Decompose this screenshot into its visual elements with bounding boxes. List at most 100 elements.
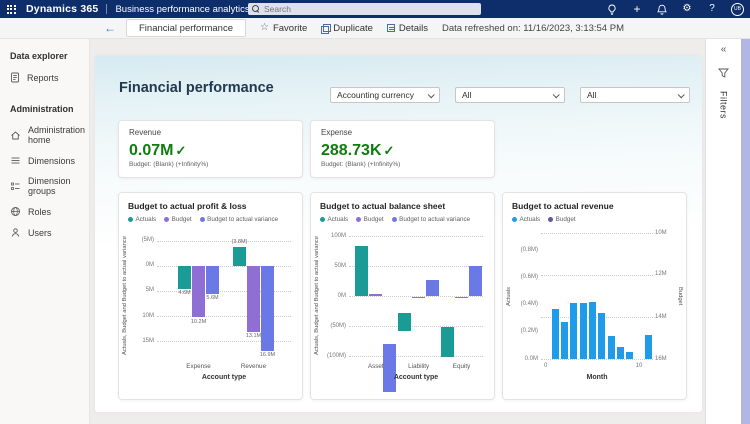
chart-card-revenue: Budget to actual revenue ActualsBudget (… (502, 192, 687, 400)
command-toolbar: ← Financial performance ☆ Favorite Dupli… (0, 18, 750, 39)
bar-actuals[interactable] (441, 327, 454, 358)
details-button[interactable]: Details (387, 23, 428, 34)
bar-actuals[interactable] (355, 246, 368, 296)
y-axis-tick: (0.6M) (511, 274, 538, 280)
bar-actuals[interactable] (626, 352, 633, 359)
bar-budget-to-actual-variance[interactable] (206, 266, 219, 294)
legend-dot (392, 217, 397, 222)
notifications-bell-icon[interactable] (656, 3, 668, 15)
legend-item-budget[interactable]: Budget (356, 216, 383, 223)
chart-plot: (5M)0M5M10M15M4.6M10.2M5.6MExpense(3.8M)… (157, 233, 291, 359)
dropdown-filter-3[interactable]: All (580, 87, 690, 103)
bar-budget-to-actual-variance[interactable] (426, 280, 439, 296)
bar-actuals[interactable] (589, 302, 596, 359)
bar-actuals[interactable] (598, 313, 605, 359)
bar-actuals[interactable] (552, 309, 559, 359)
legend-dot (128, 217, 133, 222)
bar-budget[interactable] (412, 297, 425, 298)
dropdown-accounting-currency[interactable]: Accounting currency (330, 87, 440, 103)
y-axis-tick: 100M (319, 233, 346, 239)
bar-budget[interactable] (192, 266, 205, 317)
legend-dot (164, 217, 169, 222)
legend-label: Budget (172, 216, 192, 223)
legend-dot (356, 217, 361, 222)
gridline (349, 266, 483, 267)
y-axis-tick: 0M (127, 262, 154, 268)
bar-actuals[interactable] (233, 247, 246, 266)
legend-item-actuals[interactable]: Actuals (128, 216, 156, 223)
search-input[interactable] (264, 4, 464, 14)
waffle-menu-icon[interactable] (2, 0, 20, 18)
global-search[interactable] (248, 3, 481, 15)
sidebar-item-reports[interactable]: Reports (0, 67, 89, 88)
report-tab-financial-performance[interactable]: Financial performance (126, 19, 246, 37)
duplicate-label: Duplicate (333, 23, 373, 34)
bar-actuals[interactable] (178, 266, 191, 289)
bar-budget-to-actual-variance[interactable] (469, 266, 482, 296)
gridline (541, 233, 653, 234)
bar-budget[interactable] (369, 294, 382, 296)
y-axis-title: Actuals, Budget and Budget to actual var… (314, 233, 320, 359)
x-category-label: Asset (354, 363, 398, 370)
dropdown-filter-2[interactable]: All (455, 87, 565, 103)
sidebar-item-roles[interactable]: Roles (0, 201, 89, 222)
sidebar-item-label: Dimensions (28, 156, 75, 166)
duplicate-button[interactable]: Duplicate (321, 23, 373, 34)
legend-item-actuals[interactable]: Actuals (512, 216, 540, 223)
x-axis-tick: 0 (536, 363, 556, 369)
report-canvas: Financial performance Accounting currenc… (95, 56, 702, 412)
x-axis-title: Account type (349, 374, 483, 381)
sidebar-item-users[interactable]: Users (0, 222, 89, 243)
kpi-value: 288.73K (321, 142, 382, 160)
gridline (541, 275, 653, 276)
legend-item-actuals[interactable]: Actuals (320, 216, 348, 223)
sidebar-item-label: Reports (27, 73, 59, 83)
legend-item-budget[interactable]: Budget (164, 216, 191, 223)
star-icon: ☆ (260, 23, 269, 33)
expand-pane-icon[interactable]: « (721, 45, 727, 55)
bar-budget[interactable] (455, 297, 468, 298)
app-name[interactable]: Dynamics 365 (26, 3, 98, 15)
kpi-card-expense: Expense 288.73K✓ Budget: (Blank) (+Infin… (310, 120, 495, 178)
checkmark-icon: ✓ (175, 143, 186, 159)
bar-actuals[interactable] (570, 303, 577, 359)
vertical-scrollbar[interactable] (741, 39, 750, 424)
settings-gear-icon[interactable]: ⚙ (681, 3, 693, 15)
sidebar-item-dimension-groups[interactable]: Dimension groups (0, 171, 89, 201)
y-axis-tick: (5M) (127, 237, 154, 243)
bar-actuals[interactable] (580, 303, 587, 359)
add-icon[interactable]: + (631, 3, 643, 15)
chart-legend: Actuals Budget (512, 216, 576, 223)
bar-actuals[interactable] (645, 335, 652, 359)
help-icon[interactable]: ? (706, 3, 718, 15)
legend-label: Budget to actual variance (207, 216, 278, 223)
legend-label: Actuals (328, 216, 349, 223)
sidebar-item-dimensions[interactable]: Dimensions (0, 150, 89, 171)
bar-budget[interactable] (247, 266, 260, 332)
back-arrow-icon[interactable]: ← (104, 22, 116, 34)
bar-actuals[interactable] (617, 347, 624, 359)
bar-actuals[interactable] (398, 313, 411, 330)
filter-funnel-icon[interactable] (718, 65, 729, 83)
bar-budget-to-actual-variance[interactable] (261, 266, 274, 351)
filters-rail[interactable]: « Filters (705, 39, 741, 424)
chart-card-profit-loss: Budget to actual profit & loss ActualsBu… (118, 192, 303, 400)
dropdown-value: All (587, 90, 596, 100)
lightbulb-icon[interactable] (606, 3, 618, 15)
kpi-title: Revenue (129, 128, 292, 137)
x-axis-tick: 10 (629, 363, 649, 369)
sidebar-item-administration-home[interactable]: Administration home (0, 120, 89, 150)
bar-actuals[interactable] (608, 336, 615, 359)
legend-item-budget[interactable]: Budget (548, 216, 575, 223)
details-icon (387, 24, 395, 32)
legend-item-budget-to-actual-variance[interactable]: Budget to actual variance (392, 216, 471, 223)
chart-legend: Actuals Budget Budget to actual variance (320, 216, 470, 223)
legend-item-budget-to-actual-variance[interactable]: Budget to actual variance (200, 216, 279, 223)
favorite-button[interactable]: ☆ Favorite (260, 23, 307, 34)
checkmark-icon: ✓ (384, 143, 395, 159)
y-axis-title: Actuals, Budget and Budget to actual var… (122, 233, 128, 359)
y-axis-title: Actuals (506, 233, 512, 359)
bar-actuals[interactable] (561, 322, 568, 359)
user-avatar[interactable]: UB (731, 3, 744, 16)
y-axis-right-tick: 12M (655, 271, 679, 277)
